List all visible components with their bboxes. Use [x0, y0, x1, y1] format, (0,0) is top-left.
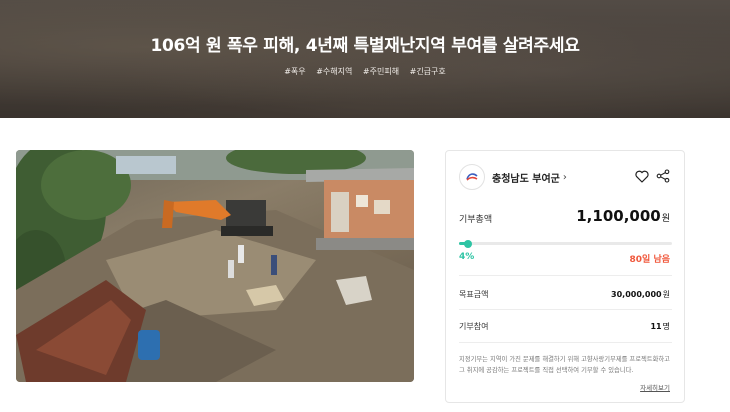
flood-damage-illustration: [16, 150, 414, 382]
participants-label: 기부참여: [459, 322, 489, 331]
more-details-link[interactable]: 자세히보기: [640, 382, 670, 392]
hashtag[interactable]: #폭우: [284, 67, 305, 76]
total-donation-value: 1,100,000: [576, 207, 661, 225]
county-emblem-icon: [459, 164, 485, 190]
total-donation-label: 기부총액: [459, 215, 493, 225]
organization-link[interactable]: 충청남도 부여군 ›: [459, 164, 567, 190]
goal-amount-label: 목표금액: [459, 290, 489, 299]
days-remaining: 80일 남음: [629, 255, 671, 265]
chevron-right-icon: ›: [562, 171, 567, 183]
goal-amount-value: 30,000,000: [611, 290, 662, 299]
progress-bar-marker: [463, 239, 472, 248]
divider: [459, 309, 672, 310]
divider: [459, 342, 672, 343]
campaign-summary-card: 충청남도 부여군 › 기부총액 1,100,000원 4% 80일 남음 목표금…: [445, 150, 685, 403]
total-donation-unit: 원: [661, 214, 670, 224]
hashtag[interactable]: #수해지역: [316, 67, 352, 76]
goal-amount-unit: 원: [662, 290, 670, 299]
goal-amount: 30,000,000원: [611, 289, 670, 300]
organization-name: 충청남도 부여군: [492, 173, 560, 185]
progress-bar: [459, 239, 672, 248]
share-icon[interactable]: [656, 168, 670, 187]
flood-damage-photo: [16, 150, 414, 382]
participants-value: 11: [650, 322, 662, 331]
designated-donation-notice: 지정기부는 지역이 가진 문제를 해결하기 위해 고향사랑기부제를 프로젝트화하…: [459, 356, 670, 374]
divider: [459, 275, 672, 276]
total-donation-amount: 1,100,000원: [576, 207, 670, 225]
hashtag[interactable]: #주민피해: [363, 67, 399, 76]
hashtag[interactable]: #긴급구호: [410, 67, 446, 76]
progress-percent: 4%: [459, 252, 475, 262]
participants-count: 11명: [650, 321, 670, 332]
hashtag-list: #폭우 #수해지역 #주민피해 #긴급구호: [0, 66, 730, 77]
participants-unit: 명: [662, 322, 670, 331]
heart-icon[interactable]: [635, 168, 649, 187]
page-title: 106억 원 폭우 피해, 4년째 특별재난지역 부여를 살려주세요: [150, 36, 580, 56]
hero-banner: 106억 원 폭우 피해, 4년째 특별재난지역 부여를 살려주세요 #폭우 #…: [0, 0, 730, 118]
